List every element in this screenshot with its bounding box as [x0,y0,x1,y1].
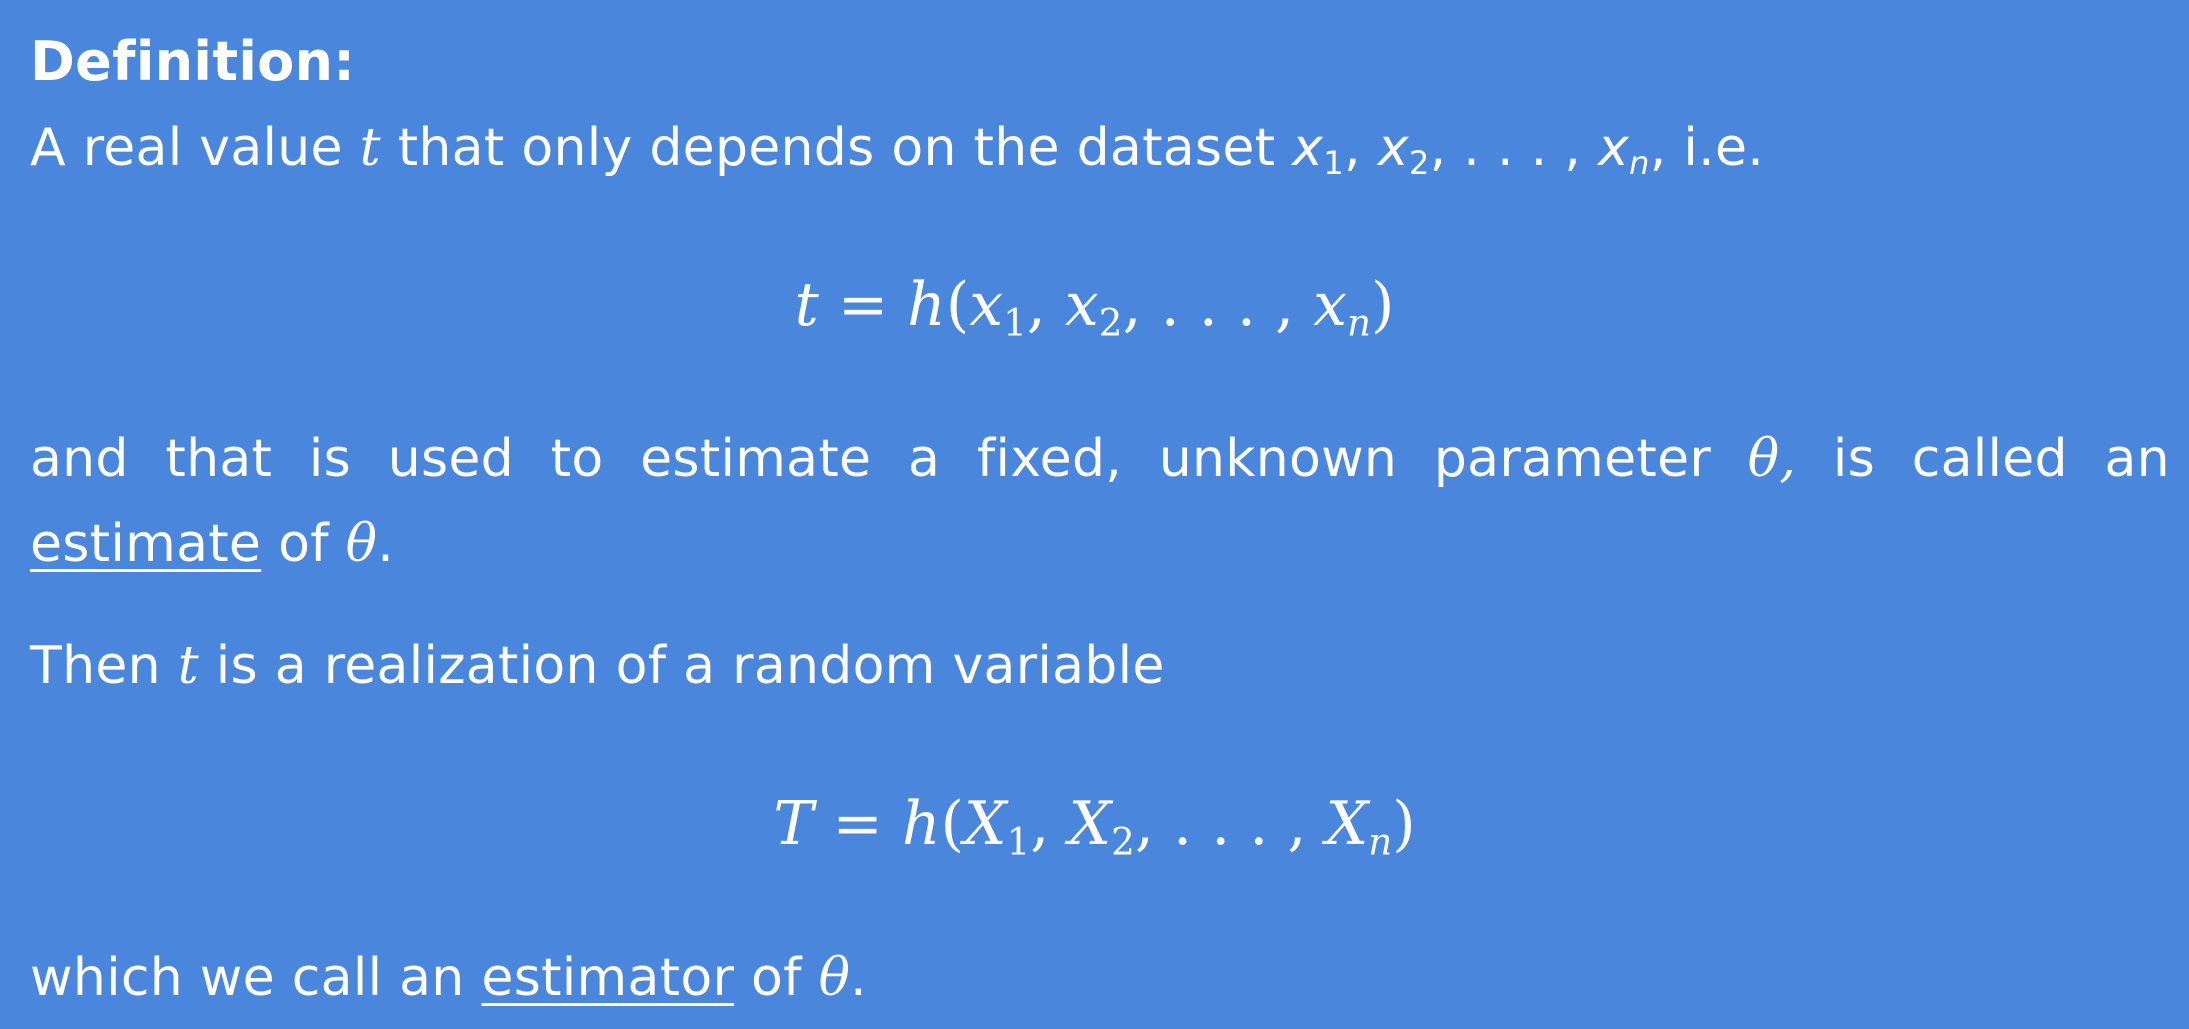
eq1-sep: , [1026,270,1046,340]
line5-end: . [850,948,868,1008]
line1-x1: x [1292,118,1324,178]
line1-pre: A real value [30,118,343,178]
line2-word: is [308,429,352,489]
eq2-equals: = [832,789,883,859]
eq2-open-paren: ( [940,789,964,859]
line1-subn: n [1629,144,1650,183]
line1-sub1: 1 [1323,144,1345,183]
eq2-close-paren: ) [1392,789,1416,859]
term-estimator: estimator [481,948,735,1008]
definition-line-1: A real value t that only depends on the … [30,122,1764,179]
eq2-X2: X [1068,789,1112,859]
line4-var-t: t [177,636,199,696]
eq2-dots: , . . . , [1134,789,1307,859]
definition-line-5: which we call an estimator of θ. [30,952,867,1004]
line5-post: of [750,948,802,1008]
line5-theta: θ [818,948,851,1008]
line3-theta: θ [345,514,378,574]
line2-word: called [1911,429,2068,489]
definition-line-2: and that is used to estimate a fixed, un… [30,433,2170,485]
definition-line-3: estimate of θ. [30,518,394,570]
eq1-x1: x [969,270,1004,340]
line1-mid: that only depends on the dataset [397,118,1276,178]
eq1-x2: x [1064,270,1099,340]
equation-estimator: T = h(X1, X2, . . . , Xn) [0,794,2189,860]
line2-word: is [1832,429,1876,489]
eq1-close-paren: ) [1370,270,1395,340]
eq2-sub1: 1 [1006,819,1031,864]
line1-xn: x [1597,118,1630,178]
line2-word: a [908,429,941,489]
eq2-function-h: h [901,789,941,859]
eq2-lhs: T [773,789,814,859]
line4-pre: Then [30,636,161,696]
line1-dataset-math: x1, x2, . . . , xn [1292,118,1650,179]
eq1-open-paren: ( [945,270,970,340]
line2-word: parameter [1433,429,1712,489]
eq1-dots: , . . . , [1122,270,1295,340]
term-estimate: estimate [30,514,262,574]
line4-post: is a realization of a random variable [215,636,1165,696]
line1-dots: , . . . , [1429,118,1582,178]
eq1-xn: x [1313,270,1348,340]
eq2-sub2: 2 [1111,819,1135,864]
line1-x2: x [1377,118,1409,178]
equation-estimate: t = h(x1, x2, . . . , xn) [0,275,2189,341]
line2-word: estimate [640,429,872,489]
eq1-function-h: h [907,270,946,340]
line2-word: to [550,429,604,489]
line2-word: fixed, [976,429,1123,489]
eq2-X1: X [963,789,1007,859]
line1-sep1: , [1344,118,1361,178]
line5-pre: which we call an [30,948,465,1008]
line3-end: . [377,514,395,574]
eq2-subn: n [1368,819,1393,864]
eq1-subn: n [1347,300,1371,345]
line1-sub2: 2 [1408,144,1430,183]
line2-word: and [30,429,129,489]
line3-post: of [278,514,329,574]
eq1-equals: = [837,270,889,340]
line2-word: that [165,429,273,489]
eq2-sep: , [1030,789,1050,859]
line2-word: used [387,429,514,489]
line2-word: unknown [1158,429,1398,489]
eq1-sub2: 2 [1098,300,1123,345]
line1-var-t: t [359,118,381,178]
eq2-Xn: X [1325,789,1369,859]
definition-line-4: Then t is a realization of a random vari… [30,640,1165,692]
definition-heading: Definition: [30,30,356,93]
line1-post: , i.e. [1649,118,1765,178]
line2-theta: θ, [1747,429,1797,489]
eq1-sub1: 1 [1003,300,1027,345]
eq1-lhs: t [794,270,819,340]
line2-word: an [2104,429,2170,489]
slide: Definition: A real value t that only dep… [0,0,2189,1029]
